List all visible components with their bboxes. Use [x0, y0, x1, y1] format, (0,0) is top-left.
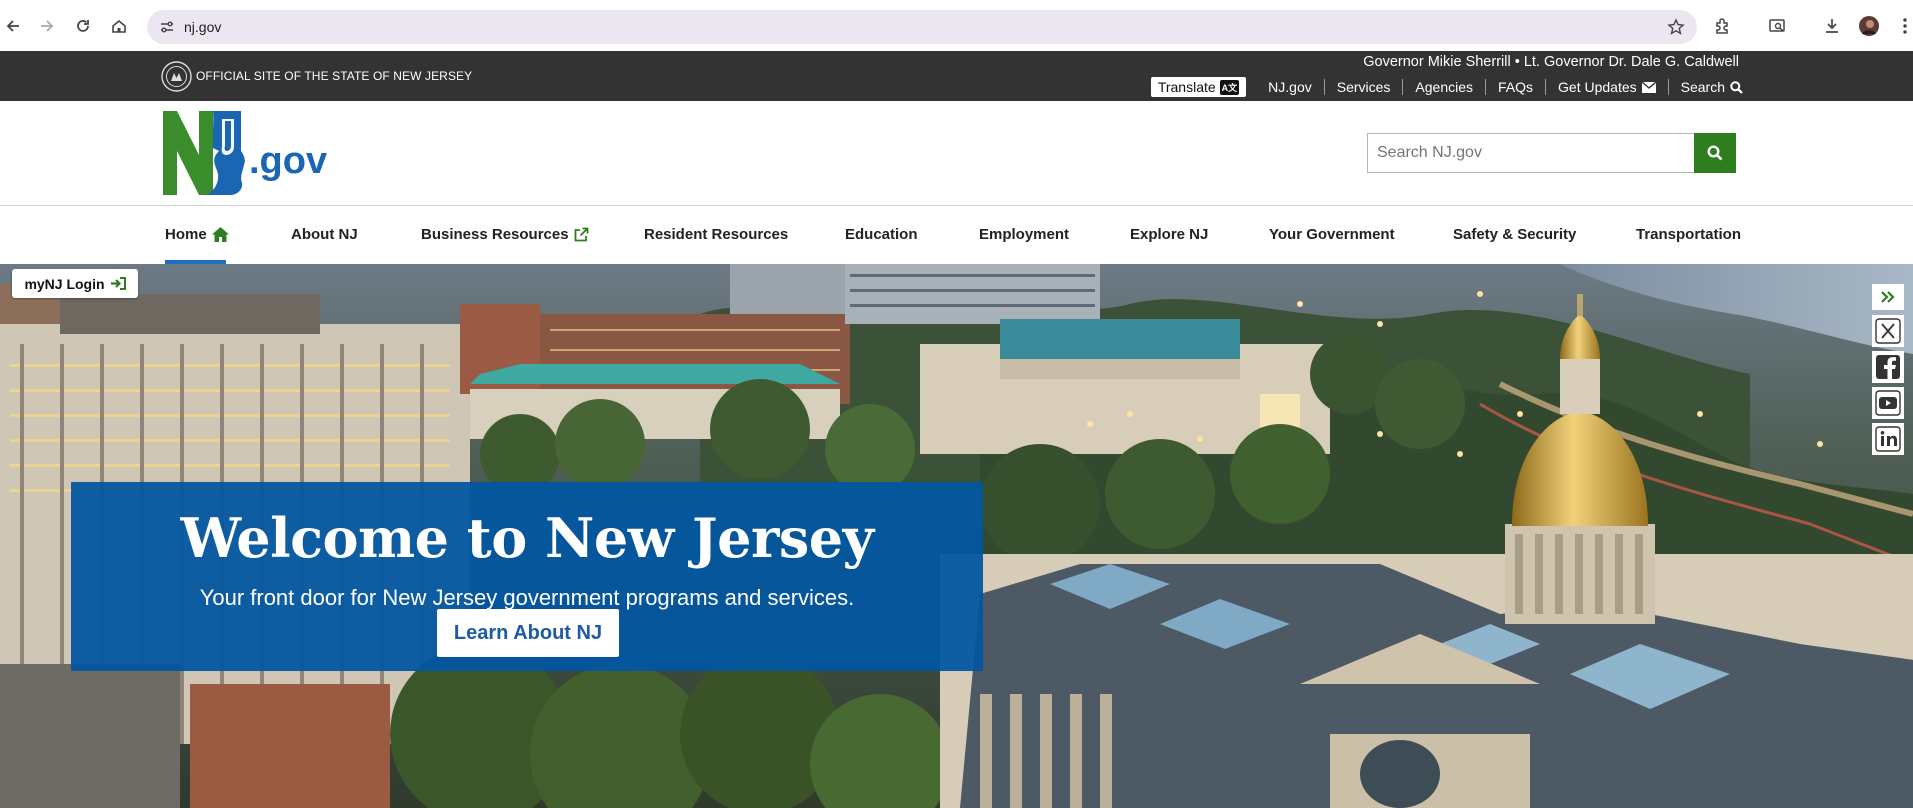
facebook-icon	[1876, 355, 1900, 380]
home-icon[interactable]	[106, 13, 132, 39]
nav-label: Home	[165, 226, 207, 243]
welcome-title: Welcome to New Jersey	[180, 506, 874, 570]
welcome-subtitle: Your front door for New Jersey governmen…	[199, 585, 855, 610]
nav-label: Resident Resources	[644, 226, 789, 243]
nj-gov-logo[interactable]: .gov	[163, 109, 333, 201]
nav-business-resources[interactable]: Business Resources	[421, 226, 589, 243]
link-label: Search	[1680, 79, 1725, 95]
search-input[interactable]	[1368, 134, 1706, 172]
main-navigation: Home About NJ Business Resources Residen…	[0, 206, 1913, 264]
link-label: Agencies	[1415, 79, 1474, 95]
forward-arrow-icon[interactable]	[34, 13, 60, 39]
reload-icon[interactable]	[70, 13, 96, 39]
search-field[interactable]	[1367, 133, 1735, 173]
link-label: Get Updates	[1558, 79, 1637, 95]
logo-text: .gov	[249, 140, 327, 182]
nav-label: Education	[845, 226, 918, 243]
home-icon	[211, 227, 229, 242]
nav-education[interactable]: Education	[845, 226, 918, 243]
download-icon[interactable]	[1819, 13, 1845, 39]
nav-label: Your Government	[1269, 226, 1395, 243]
nav-transportation[interactable]: Transportation	[1636, 226, 1741, 243]
extensions-icon[interactable]	[1710, 13, 1736, 39]
youtube-icon	[1875, 390, 1901, 416]
nav-your-government[interactable]: Your Government	[1269, 226, 1395, 243]
x-icon	[1875, 318, 1901, 344]
official-site-text: OFFICIAL SITE OF THE STATE OF NEW JERSEY	[196, 69, 473, 83]
external-link-icon	[574, 227, 588, 242]
menu-kebab-icon[interactable]	[1892, 13, 1913, 39]
translate-icon: A文	[1219, 79, 1240, 95]
browser-toolbar: nj.gov	[0, 0, 1913, 51]
collapse-social-button[interactable]	[1872, 284, 1904, 310]
welcome-panel: Welcome to New Jersey Your front door fo…	[71, 482, 983, 671]
url-text[interactable]: nj.gov	[184, 19, 221, 35]
mynj-login-label: myNJ Login	[24, 275, 105, 292]
share-x-button[interactable]	[1872, 315, 1904, 347]
nav-about-nj[interactable]: About NJ	[291, 226, 358, 243]
envelope-icon	[1641, 81, 1656, 93]
link-label: FAQs	[1498, 79, 1534, 95]
utility-links: Translate A文 NJ.gov Services Agencies FA…	[1150, 77, 1743, 97]
nav-employment[interactable]: Employment	[979, 226, 1069, 243]
governor-names: Governor Mikie Sherrill • Lt. Governor D…	[1363, 54, 1739, 70]
nav-label: Employment	[979, 226, 1070, 243]
address-bar[interactable]: nj.gov	[147, 10, 1697, 44]
link-search[interactable]: Search	[1669, 79, 1743, 95]
double-chevron-right-icon	[1881, 291, 1895, 303]
link-label: Services	[1336, 79, 1391, 95]
nav-explore-nj[interactable]: Explore NJ	[1130, 226, 1208, 243]
search-icon	[1707, 145, 1723, 161]
hero-banner: myNJ Login Welcome to New Jersey Your fr…	[0, 264, 1913, 808]
back-arrow-icon[interactable]	[0, 13, 26, 39]
state-seal-icon	[161, 61, 192, 92]
link-faqs[interactable]: FAQs	[1486, 79, 1545, 95]
nav-label: Explore NJ	[1130, 226, 1209, 243]
translate-button[interactable]: Translate A文	[1150, 77, 1247, 97]
profile-avatar-icon[interactable]	[1856, 13, 1882, 39]
share-linkedin-button[interactable]	[1872, 423, 1904, 455]
tab-search-icon[interactable]	[1764, 13, 1790, 39]
search-icon	[1730, 80, 1743, 94]
official-site-bar: OFFICIAL SITE OF THE STATE OF NEW JERSEY…	[0, 51, 1913, 101]
sign-in-icon	[110, 277, 126, 290]
bookmark-star-icon[interactable]	[1667, 18, 1685, 36]
learn-about-nj-button[interactable]: Learn About NJ	[437, 609, 619, 657]
link-label: NJ.gov	[1268, 79, 1312, 95]
site-settings-icon[interactable]	[159, 19, 175, 35]
nav-label: Transportation	[1636, 226, 1742, 243]
site-header: .gov	[0, 101, 1913, 206]
link-nj-gov[interactable]: NJ.gov	[1256, 79, 1324, 95]
link-services[interactable]: Services	[1325, 79, 1403, 95]
nav-label: Safety & Security	[1453, 226, 1577, 243]
nav-resident-resources[interactable]: Resident Resources	[644, 226, 788, 243]
linkedin-icon	[1875, 426, 1901, 452]
translate-label: Translate	[1157, 79, 1216, 95]
nav-home[interactable]: Home	[165, 226, 229, 243]
nav-label: Business Resources	[421, 226, 569, 243]
nav-label: About NJ	[291, 226, 358, 243]
search-submit-button[interactable]	[1694, 133, 1736, 173]
share-facebook-button[interactable]	[1872, 351, 1904, 383]
link-get-updates[interactable]: Get Updates	[1546, 79, 1668, 95]
mynj-login-button[interactable]: myNJ Login	[12, 269, 138, 298]
share-youtube-button[interactable]	[1872, 387, 1904, 419]
nav-safety-security[interactable]: Safety & Security	[1453, 226, 1576, 243]
link-agencies[interactable]: Agencies	[1403, 79, 1485, 95]
